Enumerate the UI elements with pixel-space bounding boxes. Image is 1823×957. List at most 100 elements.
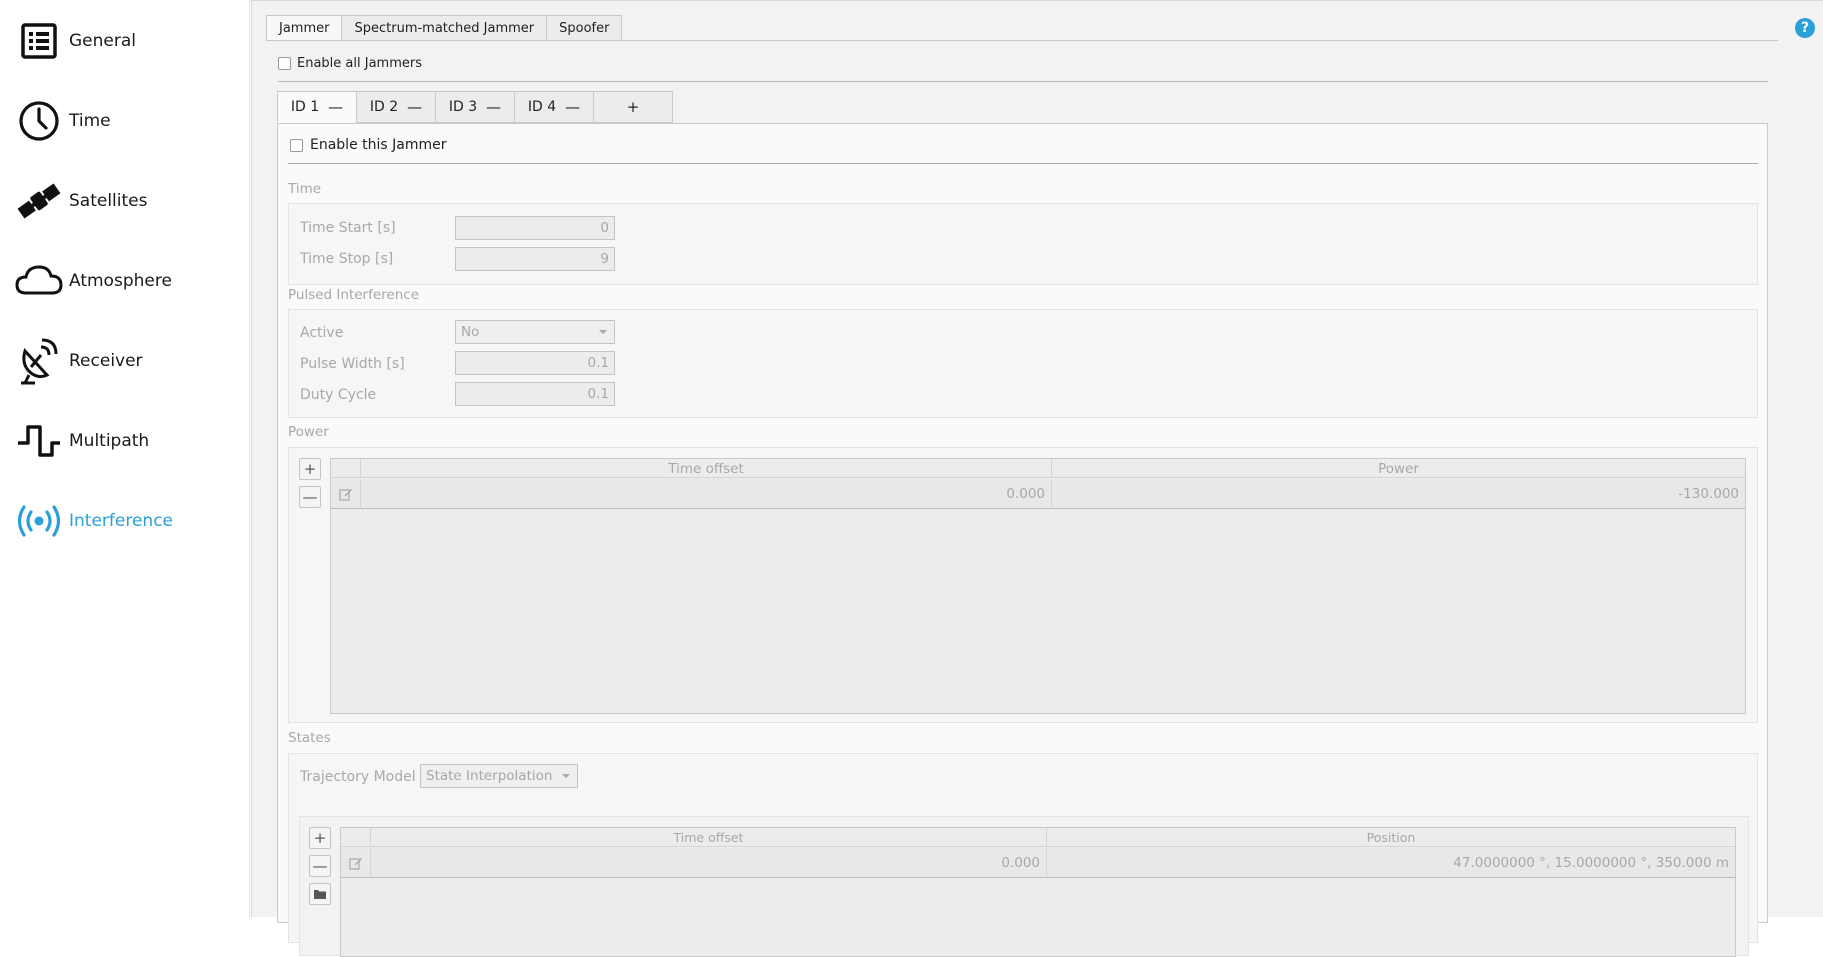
broadcast-icon (14, 496, 64, 546)
active-select[interactable]: No (455, 320, 615, 344)
remove-tab-icon[interactable]: — (486, 98, 501, 116)
sidebar-item-label: Atmosphere (69, 271, 172, 291)
chevron-down-icon (562, 774, 570, 778)
cell-position: 47.0000000 °, 15.0000000 °, 350.000 m (1453, 855, 1729, 871)
sidebar-item-satellites[interactable]: Satellites (0, 161, 250, 241)
open-folder-button[interactable] (309, 883, 331, 905)
time-stop-field[interactable]: 9 (455, 247, 615, 271)
table-header: Time offset Power (331, 459, 1745, 478)
remove-power-row-button[interactable]: — (299, 486, 321, 508)
pulse-width-label: Pulse Width [s] (300, 356, 405, 372)
multipath-icon (14, 416, 64, 466)
tab-id-2[interactable]: ID 2 — (356, 91, 436, 123)
remove-state-row-button[interactable]: — (309, 855, 331, 877)
time-start-field[interactable]: 0 (455, 216, 615, 240)
plus-icon: + (626, 98, 640, 116)
remove-tab-icon[interactable]: — (407, 98, 422, 116)
add-state-row-button[interactable]: + (309, 827, 331, 849)
pulse-width-field[interactable]: 0.1 (455, 351, 615, 375)
duty-cycle-field[interactable]: 0.1 (455, 382, 615, 406)
sidebar-item-label: General (69, 31, 136, 51)
column-power[interactable]: Power (1052, 459, 1745, 478)
time-section-title: Time (288, 181, 322, 197)
cloud-icon (14, 256, 64, 306)
cell-power: -130.000 (1678, 486, 1739, 502)
tab-id-4[interactable]: ID 4 — (514, 91, 594, 123)
table-row[interactable]: 0.000 -130.000 (331, 479, 1745, 509)
table-row[interactable]: 0.000 47.0000000 °, 15.0000000 °, 350.00… (341, 848, 1735, 878)
tab-spoofer[interactable]: Spoofer (546, 15, 623, 41)
tab-divider (266, 40, 1778, 41)
states-table-group: + — Time offset Position 0.000 47.000000… (299, 816, 1749, 957)
tab-jammer[interactable]: Jammer (266, 15, 343, 41)
divider (278, 81, 1768, 82)
folder-icon (314, 890, 326, 899)
column-time-offset[interactable]: Time offset (361, 459, 1052, 478)
remove-tab-icon[interactable]: — (565, 98, 580, 116)
enable-all-jammers-label: Enable all Jammers (297, 56, 422, 71)
clock-icon (14, 96, 64, 146)
sidebar-item-label: Time (69, 111, 111, 131)
trajectory-model-label: Trajectory Model (300, 769, 416, 785)
edit-icon[interactable] (341, 848, 371, 878)
help-icon[interactable]: ? (1795, 18, 1815, 38)
edit-icon[interactable] (331, 479, 361, 509)
top-tab-bar: Jammer Spectrum-matched Jammer Spoofer (266, 15, 623, 41)
time-group: Time Start [s] 0 Time Stop [s] 9 (288, 203, 1758, 285)
checkbox-box[interactable] (278, 57, 291, 70)
duty-cycle-label: Duty Cycle (300, 387, 377, 403)
pulsed-group: Active No Pulse Width [s] 0.1 Duty Cycle… (288, 309, 1758, 418)
add-power-row-button[interactable]: + (299, 458, 321, 480)
tab-spectrum-matched-jammer[interactable]: Spectrum-matched Jammer (341, 15, 548, 41)
sidebar-item-multipath[interactable]: Multipath (0, 401, 250, 481)
jammer-id-tabs: ID 1 — ID 2 — ID 3 — ID 4 — + (277, 91, 673, 123)
states-section-title: States (288, 730, 331, 746)
active-select-value: No (461, 324, 480, 340)
power-table: Time offset Power 0.000 -130.000 (330, 458, 1746, 714)
pulsed-section-title: Pulsed Interference (288, 287, 419, 303)
enable-this-jammer-label: Enable this Jammer (310, 137, 447, 153)
sidebar-item-label: Interference (69, 511, 174, 531)
time-stop-label: Time Stop [s] (300, 251, 394, 267)
states-group: Trajectory Model State Interpolation + —… (288, 753, 1758, 957)
tab-label: ID 3 (448, 99, 478, 115)
sidebar: General Time Satellites Atmosphere Recei… (0, 0, 250, 917)
remove-tab-icon[interactable]: — (328, 98, 343, 116)
trajectory-model-value: State Interpolation (426, 768, 553, 784)
active-label: Active (300, 325, 344, 341)
cell-time-offset: 0.000 (371, 848, 1047, 878)
tab-id-3[interactable]: ID 3 — (435, 91, 515, 123)
divider (288, 163, 1758, 164)
sidebar-item-label: Satellites (69, 191, 148, 211)
cell-time-offset: 0.000 (361, 479, 1052, 509)
sidebar-item-time[interactable]: Time (0, 81, 250, 161)
sidebar-item-atmosphere[interactable]: Atmosphere (0, 241, 250, 321)
satellite-icon (14, 176, 64, 226)
tab-label: ID 1 (290, 99, 320, 115)
column-position[interactable]: Position (1047, 828, 1735, 847)
table-header-edit (331, 459, 361, 478)
enable-all-jammers-checkbox[interactable]: Enable all Jammers (278, 56, 422, 71)
tab-id-1[interactable]: ID 1 — (277, 91, 357, 123)
trajectory-model-select[interactable]: State Interpolation (420, 764, 578, 788)
sidebar-item-label: Receiver (69, 351, 143, 371)
states-table: Time offset Position 0.000 47.0000000 °,… (340, 827, 1736, 957)
power-section-title: Power (288, 424, 329, 440)
sidebar-item-receiver[interactable]: Receiver (0, 321, 250, 401)
checkbox-box[interactable] (290, 138, 303, 152)
chevron-down-icon (599, 330, 607, 334)
add-tab-button[interactable]: + (593, 91, 673, 123)
sidebar-item-general[interactable]: General (0, 1, 250, 81)
power-group: + — Time offset Power 0.000 -130.000 (288, 447, 1758, 723)
main-panel: ? Jammer Spectrum-matched Jammer Spoofer… (251, 0, 1823, 957)
tab-label: ID 2 (369, 99, 399, 115)
enable-this-jammer-checkbox[interactable]: Enable this Jammer (290, 137, 447, 153)
tab-label: ID 4 (527, 99, 557, 115)
list-icon (14, 16, 64, 66)
table-header: Time offset Position (341, 828, 1735, 847)
column-time-offset[interactable]: Time offset (371, 828, 1047, 847)
sidebar-item-label: Multipath (69, 431, 150, 451)
sidebar-item-interference[interactable]: Interference (0, 481, 250, 561)
dish-icon (14, 336, 64, 386)
table-header-edit (341, 828, 371, 847)
